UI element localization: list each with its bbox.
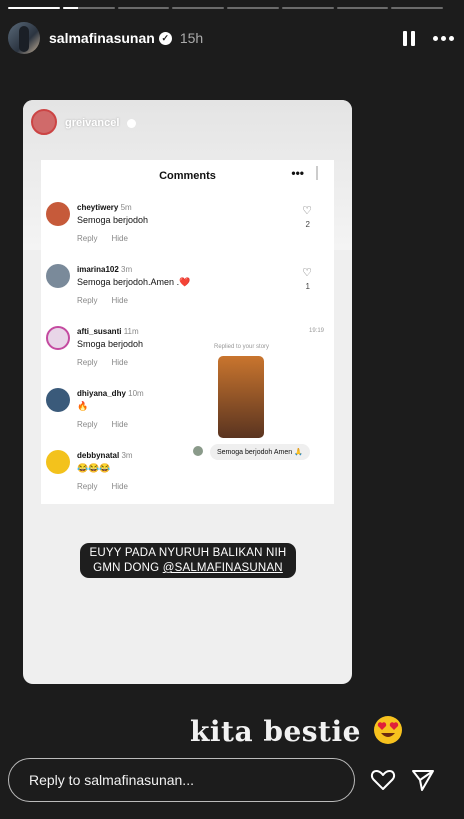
story-author-verified-icon [127, 119, 136, 128]
comment-text: 🔥 [77, 401, 89, 411]
mention-link[interactable]: @SALMAFINASUNAN [163, 562, 283, 574]
avatar[interactable] [8, 22, 40, 54]
progress-segment [8, 7, 60, 9]
comment-hide: Hide [111, 482, 128, 491]
scroll-indicator [316, 166, 318, 180]
comment-item: imarina102 3m Semoga berjodoh.Amen .❤️ R… [46, 264, 314, 324]
comment-hide: Hide [111, 358, 128, 367]
comment-reply: Reply [77, 420, 98, 429]
progress-segment [391, 7, 443, 9]
comment-text: Semoga berjodoh.Amen .❤️ [77, 277, 191, 287]
reply-avatar [193, 446, 203, 456]
comment-text: 😂😂😂 [77, 463, 111, 473]
heart-icon[interactable] [370, 768, 396, 792]
comment-time: 3m [121, 265, 133, 274]
caption: kita bestie [190, 715, 403, 748]
more-options-icon[interactable] [433, 35, 454, 41]
progress-fill [8, 7, 60, 9]
progress-segment [62, 7, 115, 9]
reply-time: 19:19 [308, 328, 324, 334]
reply-input[interactable] [29, 772, 354, 788]
send-icon[interactable] [410, 768, 436, 792]
comments-more-icon: ••• [291, 166, 304, 180]
comment-username: dhiyana_dhy [77, 389, 126, 398]
progress-segment [336, 7, 389, 9]
comment-item: afti_susanti 11m Smoga berjodoh Reply Hid… [46, 326, 214, 386]
progress-segment [227, 7, 279, 9]
progress-segment [117, 7, 170, 9]
like-count: 1 [305, 282, 310, 291]
comment-hide: Hide [111, 420, 128, 429]
story-author-name: greivancel [65, 117, 120, 129]
verified-badge-icon: ✓ [158, 31, 172, 45]
comment-reply: Reply [77, 358, 98, 367]
heart-icon: ♡ [302, 205, 312, 217]
sticker-line-1: EUYY PADA NYURUH BALIKAN NIH [89, 547, 287, 559]
comment-time: 3m [121, 451, 133, 460]
comment-time: 11m [123, 327, 139, 336]
progress-segment [172, 7, 224, 9]
timestamp: 15h [179, 30, 204, 46]
comment-hide: Hide [111, 234, 128, 243]
comment-avatar [46, 450, 70, 474]
comment-avatar [46, 202, 70, 226]
comment-username: afti_susanti [77, 327, 122, 336]
reply-label: Replied to your story [214, 344, 270, 350]
comment-reply: Reply [77, 482, 98, 491]
comment-username: debbynatal [77, 451, 120, 460]
like-count: 2 [305, 220, 310, 229]
comments-title: Comments [159, 170, 216, 182]
comment-item: cheytiwery 5m Semoga berjodoh Reply Hide … [46, 202, 314, 262]
comment-hide: Hide [111, 296, 128, 305]
reply-message: Semoga berjodoh Amen 🙏 [210, 444, 310, 460]
comment-avatar [46, 264, 70, 288]
replied-story-thumbnail [218, 356, 264, 438]
comment-username: cheytiwery [77, 203, 119, 212]
story-author-avatar [31, 109, 57, 135]
comment-text: Semoga berjodoh [77, 215, 149, 225]
pause-icon[interactable] [403, 30, 415, 46]
story-header: salmafinasunan ✓ 15h [8, 20, 454, 56]
progress-segment [281, 7, 334, 9]
comment-reply: Reply [77, 234, 98, 243]
comment-time: 10m [128, 389, 144, 398]
comment-item: dhiyana_dhy 10m 🔥 Reply Hide [46, 388, 214, 448]
reshared-story-card[interactable]: greivancel Comments ••• cheytiwery 5m Se… [23, 100, 352, 684]
comment-item: debbynatal 3m 😂😂😂 Reply Hide [46, 450, 214, 510]
comment-text: Smoga berjodoh [77, 339, 144, 349]
heart-eyes-emoji-icon [374, 716, 403, 744]
heart-icon: ♡ [302, 267, 312, 279]
reply-bar[interactable] [8, 758, 355, 802]
progress-fill [62, 7, 79, 9]
caption-text: kita bestie [190, 715, 361, 748]
sticker-line-2: GMN DONG [93, 562, 163, 574]
comment-time: 5m [120, 203, 132, 212]
username[interactable]: salmafinasunan [49, 30, 155, 46]
comment-username: imarina102 [77, 265, 119, 274]
comment-reply: Reply [77, 296, 98, 305]
comments-screenshot: Comments ••• cheytiwery 5m Semoga berjod… [41, 160, 334, 504]
comment-avatar [46, 326, 70, 350]
comment-avatar [46, 388, 70, 412]
story-progress-bar [8, 7, 443, 9]
text-sticker: EUYY PADA NYURUH BALIKAN NIH GMN DONG @S… [80, 543, 296, 578]
